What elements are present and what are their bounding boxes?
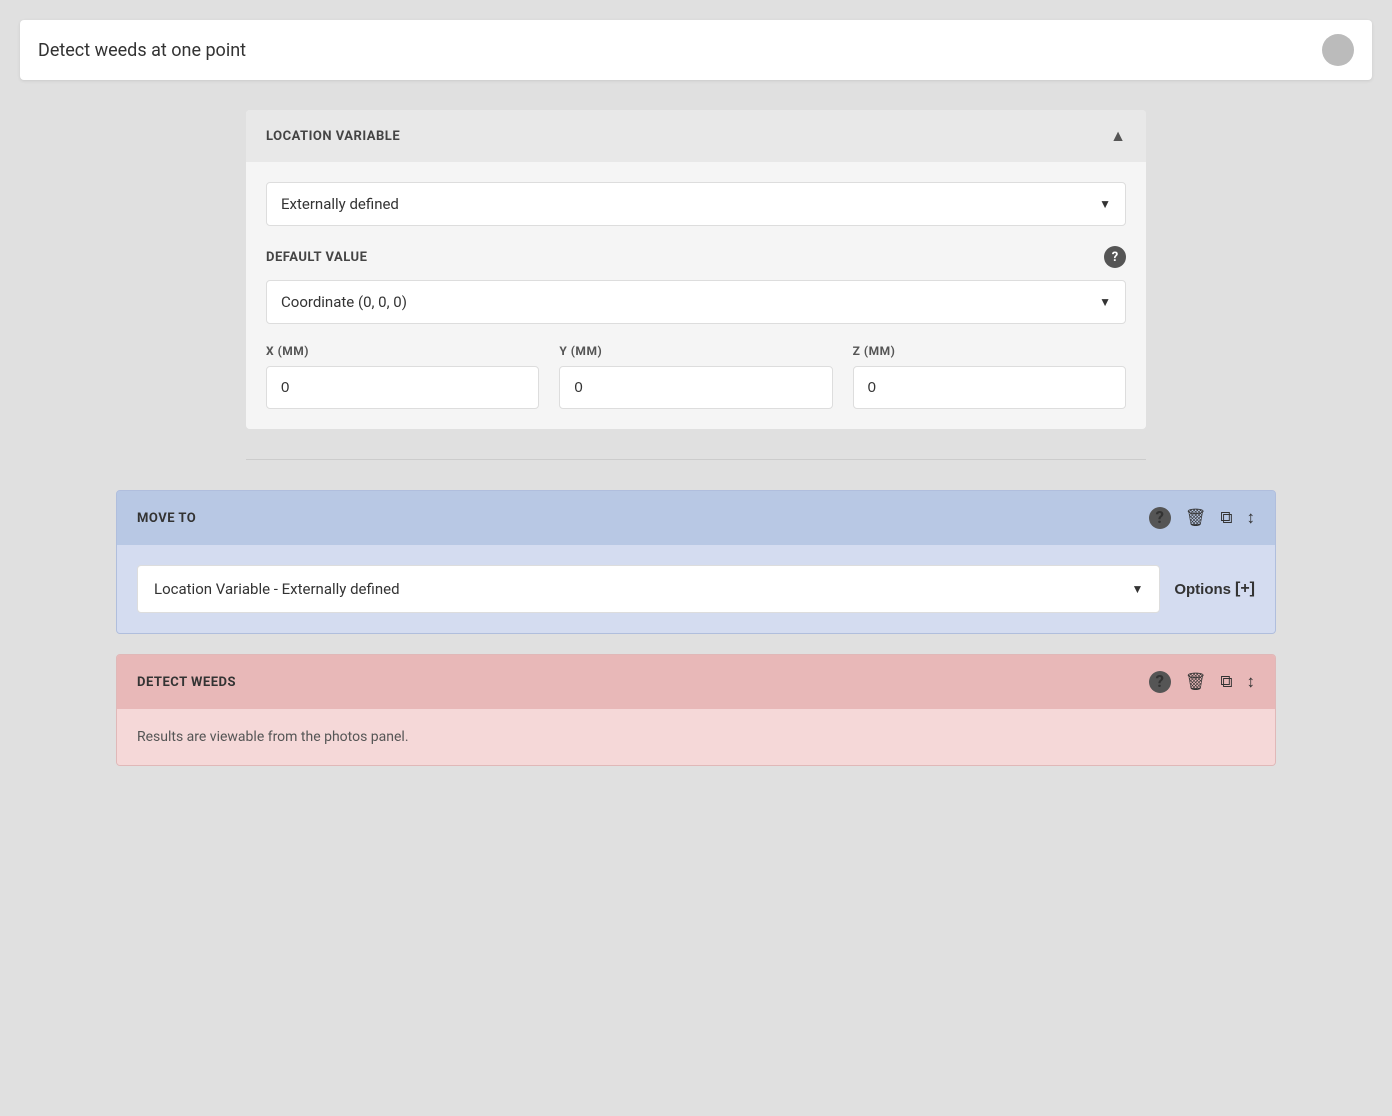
detect-weeds-block: DETECT WEEDS ? 🗑 ⧉ ↕ Results are viewabl… <box>116 654 1276 766</box>
default-value-help-icon[interactable]: ? <box>1104 246 1126 268</box>
move-to-body: Location Variable - Externally defined ▼… <box>117 545 1275 633</box>
move-to-block: MOVE TO ? 🗑 ⧉ ↕ Location Variable - Exte… <box>116 490 1276 634</box>
coordinate-dropdown-value: Coordinate (0, 0, 0) <box>281 293 407 311</box>
title-bar: Detect weeds at one point <box>20 20 1372 80</box>
options-button[interactable]: Options [+] <box>1174 580 1255 598</box>
source-dropdown-arrow: ▼ <box>1099 197 1111 211</box>
location-variable-panel: LOCATION VARIABLE ▲ Externally defined ▼… <box>246 110 1146 429</box>
x-input[interactable] <box>266 366 539 409</box>
detect-weeds-reorder-icon[interactable]: ↕ <box>1247 672 1256 692</box>
move-to-location-arrow: ▼ <box>1131 582 1143 596</box>
move-to-reorder-icon[interactable]: ↕ <box>1247 508 1256 528</box>
collapse-icon[interactable]: ▲ <box>1110 126 1126 146</box>
y-label: Y (MM) <box>559 344 832 358</box>
detect-weeds-description: Results are viewable from the photos pan… <box>137 729 409 745</box>
z-coord-group: Z (MM) <box>853 344 1126 409</box>
x-coord-group: X (MM) <box>266 344 539 409</box>
move-to-title: MOVE TO <box>137 511 196 526</box>
x-label: X (MM) <box>266 344 539 358</box>
move-to-header-icons: ? 🗑 ⧉ ↕ <box>1149 507 1255 529</box>
options-label: Options <box>1174 581 1231 598</box>
z-input[interactable] <box>853 366 1126 409</box>
move-to-header: MOVE TO ? 🗑 ⧉ ↕ <box>117 491 1275 545</box>
coordinate-dropdown-arrow: ▼ <box>1099 295 1111 309</box>
location-variable-panel-header: LOCATION VARIABLE ▲ <box>246 110 1146 162</box>
y-coord-group: Y (MM) <box>559 344 832 409</box>
coordinate-dropdown[interactable]: Coordinate (0, 0, 0) ▼ <box>266 280 1126 324</box>
detect-weeds-body: Results are viewable from the photos pan… <box>117 709 1275 765</box>
move-to-location-value: Location Variable - Externally defined <box>154 580 400 598</box>
close-button[interactable] <box>1322 34 1354 66</box>
y-input[interactable] <box>559 366 832 409</box>
default-value-label: DEFAULT VALUE <box>266 250 367 265</box>
source-dropdown-value: Externally defined <box>281 195 399 213</box>
detect-weeds-help-icon[interactable]: ? <box>1149 671 1171 693</box>
location-variable-panel-body: Externally defined ▼ DEFAULT VALUE ? Coo… <box>246 162 1146 429</box>
section-divider <box>246 459 1146 460</box>
move-to-delete-icon[interactable]: 🗑 <box>1185 508 1207 528</box>
source-dropdown[interactable]: Externally defined ▼ <box>266 182 1126 226</box>
options-expand-icon: [+] <box>1235 580 1255 598</box>
default-value-section-header: DEFAULT VALUE ? <box>266 246 1126 268</box>
z-label: Z (MM) <box>853 344 1126 358</box>
move-to-copy-icon[interactable]: ⧉ <box>1220 508 1232 528</box>
move-to-location-dropdown[interactable]: Location Variable - Externally defined ▼ <box>137 565 1160 613</box>
detect-weeds-title: DETECT WEEDS <box>137 675 236 690</box>
page-title: Detect weeds at one point <box>38 40 246 61</box>
detect-weeds-header-icons: ? 🗑 ⧉ ↕ <box>1149 671 1255 693</box>
coordinate-inputs-row: X (MM) Y (MM) Z (MM) <box>266 344 1126 409</box>
move-to-help-icon[interactable]: ? <box>1149 507 1171 529</box>
location-variable-panel-title: LOCATION VARIABLE <box>266 129 400 144</box>
detect-weeds-delete-icon[interactable]: 🗑 <box>1185 672 1207 692</box>
detect-weeds-header: DETECT WEEDS ? 🗑 ⧉ ↕ <box>117 655 1275 709</box>
move-to-options-row: Location Variable - Externally defined ▼… <box>137 565 1255 613</box>
detect-weeds-copy-icon[interactable]: ⧉ <box>1220 672 1232 692</box>
